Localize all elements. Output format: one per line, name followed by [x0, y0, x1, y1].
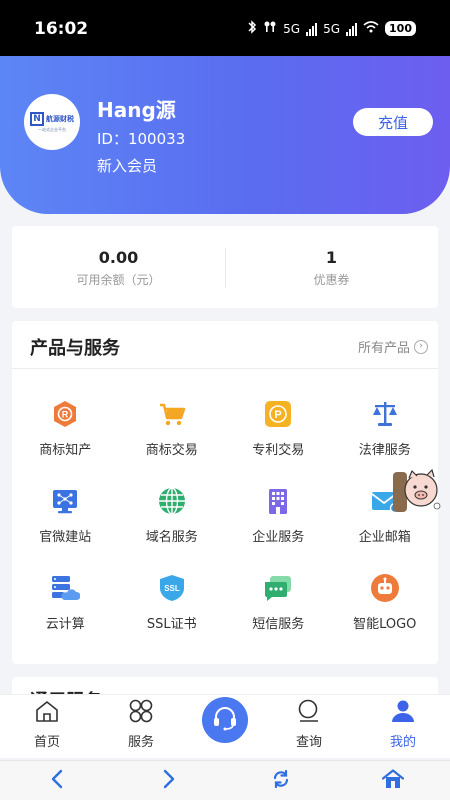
service-label: 云计算 [45, 617, 85, 632]
services-grid-icon [128, 699, 154, 727]
svg-text:P: P [275, 409, 282, 421]
service-item-website[interactable]: 官微建站 [12, 486, 119, 573]
shopping-cart-icon [157, 399, 187, 429]
status-time: 16:02 [34, 19, 89, 39]
home-icon [34, 699, 60, 727]
services-card: 产品与服务 所有产品 › R 商标知产 商标交易 P 专利交易 法律服务 官微建… [12, 321, 438, 664]
service-label: 专利交易 [252, 443, 305, 458]
brand-logo-mark: N [30, 111, 44, 126]
svg-text:SSL: SSL [164, 584, 180, 593]
coupon-count: 1 [325, 248, 338, 267]
user-name: Hang源 [97, 98, 176, 122]
service-item-ssl[interactable]: SSL SSL证书 [119, 573, 226, 660]
service-label: 企业服务 [252, 530, 305, 545]
sms-icon [263, 573, 293, 603]
service-label: 短信服务 [252, 617, 305, 632]
recharge-button[interactable]: 充值 [353, 108, 433, 136]
service-item-trademark-trade[interactable]: 商标交易 [119, 399, 226, 486]
search-icon [296, 699, 322, 727]
service-label: 商标交易 [145, 443, 198, 458]
services-title: 产品与服务 [30, 338, 120, 359]
service-item-sms[interactable]: 短信服务 [225, 573, 332, 660]
brand-logo-slogan: 一站式企业平台 [38, 126, 66, 132]
available-balance[interactable]: 0.00 可用余额（元） [12, 226, 225, 308]
robot-icon [370, 573, 400, 603]
coupons[interactable]: 1 优惠券 [225, 226, 438, 308]
service-item-logo[interactable]: 智能LOGO [332, 573, 439, 660]
wifi-icon [363, 21, 379, 36]
pig-mascot-icon[interactable] [393, 466, 443, 516]
tab-label: 查询 [295, 735, 322, 750]
service-label: 官微建站 [39, 530, 92, 545]
globe-icon [157, 486, 187, 516]
network-label-1: 5G [283, 21, 301, 36]
status-icons: 5G 5G 100 [247, 20, 416, 37]
signal-icon [306, 22, 318, 36]
coupon-label: 优惠券 [313, 273, 350, 287]
chevron-left-icon [50, 769, 64, 793]
service-label: 商标知产 [39, 443, 92, 458]
earbuds-icon [263, 20, 277, 37]
service-label: 企业邮箱 [358, 530, 411, 545]
member-level: 新入会员 [97, 157, 158, 175]
service-label: 智能LOGO [353, 617, 417, 632]
refresh-icon [271, 769, 291, 793]
service-label: SSL证书 [146, 617, 197, 632]
bottom-tabbar: 首页 服务 查询 我的 [0, 694, 450, 758]
service-item-patent[interactable]: P 专利交易 [225, 399, 332, 486]
forward-button[interactable] [157, 769, 181, 793]
balance-card: 0.00 可用余额（元） 1 优惠券 [12, 226, 438, 308]
user-id: ID：100033 [97, 130, 186, 148]
tab-query[interactable]: 查询 [269, 695, 349, 759]
service-label: 法律服务 [358, 443, 411, 458]
battery-icon: 100 [385, 21, 416, 36]
back-button[interactable] [45, 769, 69, 793]
cloud-server-icon [50, 573, 81, 603]
service-item-cloud[interactable]: 云计算 [12, 573, 119, 660]
all-products-link[interactable]: 所有产品 › [358, 337, 428, 356]
divider [12, 368, 438, 369]
chevron-right-icon: › [414, 339, 428, 354]
home-nav-button[interactable] [381, 769, 405, 793]
tab-services[interactable]: 服务 [101, 695, 181, 759]
service-item-enterprise[interactable]: 企业服务 [225, 486, 332, 573]
scales-icon [370, 399, 400, 429]
tab-label: 我的 [389, 735, 416, 750]
browser-nav-bar [0, 760, 450, 800]
brand-logo: N 航源财税 [30, 111, 74, 126]
available-balance-value: 0.00 [98, 248, 139, 267]
trademark-icon: R [50, 399, 80, 429]
tab-label: 首页 [33, 735, 60, 750]
chevron-right-icon [162, 769, 176, 793]
all-products-label: 所有产品 [357, 341, 410, 356]
tab-home[interactable]: 首页 [7, 695, 87, 759]
ssl-certificate-icon: SSL [157, 573, 187, 603]
service-grid: R 商标知产 商标交易 P 专利交易 法律服务 官微建站 域名服务 企业服务 企… [12, 399, 438, 660]
building-icon [263, 486, 293, 516]
service-label: 域名服务 [145, 530, 198, 545]
avatar[interactable]: N 航源财税 一站式企业平台 [24, 94, 80, 150]
svg-text:R: R [62, 410, 69, 420]
available-balance-label: 可用余额（元） [76, 273, 161, 287]
signal-icon [346, 22, 358, 36]
refresh-button[interactable] [269, 769, 293, 793]
service-item-domain[interactable]: 域名服务 [119, 486, 226, 573]
tab-mine[interactable]: 我的 [363, 695, 443, 759]
patent-icon: P [263, 399, 293, 429]
profile-header: N 航源财税 一站式企业平台 Hang源 ID：100033 新入会员 充值 [0, 56, 450, 214]
customer-service-button[interactable] [202, 697, 248, 743]
website-builder-icon [50, 486, 80, 516]
network-label-2: 5G [323, 21, 341, 36]
balance-divider [225, 248, 226, 288]
user-icon [390, 699, 416, 727]
status-bar: 16:02 5G 5G 100 [0, 0, 450, 56]
home-icon [381, 769, 405, 793]
headset-icon [211, 704, 239, 736]
bluetooth-icon [247, 20, 257, 37]
brand-logo-text: 航源财税 [46, 114, 74, 123]
service-item-trademark[interactable]: R 商标知产 [12, 399, 119, 486]
tab-label: 服务 [127, 735, 154, 750]
